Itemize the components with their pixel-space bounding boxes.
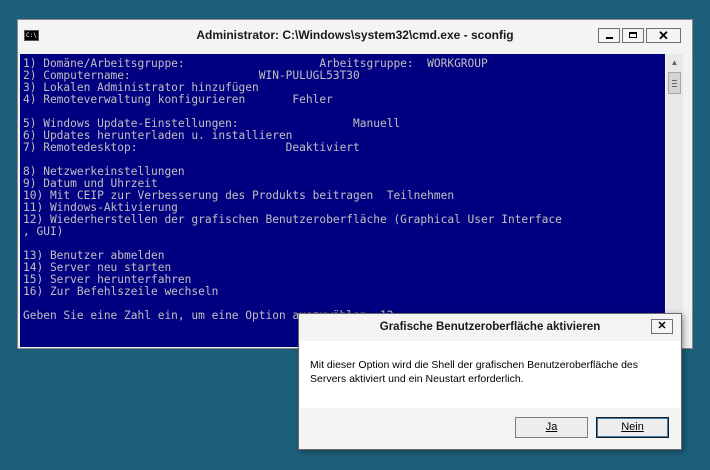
minimize-icon [606, 37, 613, 39]
minimize-button[interactable] [598, 28, 620, 43]
maximize-icon [629, 32, 637, 38]
scrollbar-thumb[interactable] [668, 72, 681, 94]
console-text: 1) Domäne/Arbeitsgruppe: Arbeitsgruppe: … [23, 57, 562, 322]
close-button[interactable]: ✕ [646, 28, 681, 43]
dialog-message: Mit dieser Option wird die Shell der gra… [310, 359, 639, 385]
grip-line [672, 83, 677, 84]
scroll-up-arrow-icon[interactable]: ▲ [666, 54, 683, 71]
gui-activation-dialog[interactable]: Grafische Benutzeroberfläche aktivieren … [298, 313, 682, 450]
close-icon: ✕ [658, 28, 669, 43]
yes-button-label: Ja [545, 421, 558, 433]
close-icon: ✕ [657, 320, 667, 332]
console-output[interactable]: 1) Domäne/Arbeitsgruppe: Arbeitsgruppe: … [20, 54, 665, 347]
yes-button[interactable]: Ja [515, 417, 588, 438]
no-button-label: Nein [621, 421, 644, 433]
dialog-body: Mit dieser Option wird die Shell der gra… [300, 341, 680, 408]
console-scrollbar[interactable]: ▲ [666, 54, 683, 347]
cmd-titlebar[interactable]: C:\ Administrator: C:\Windows\system32\c… [18, 20, 692, 50]
grip-line [672, 80, 677, 81]
maximize-button[interactable] [622, 28, 644, 43]
cmd-window[interactable]: C:\ Administrator: C:\Windows\system32\c… [17, 19, 693, 349]
dialog-close-button[interactable]: ✕ [651, 319, 673, 334]
cmd-window-title: Administrator: C:\Windows\system32\cmd.e… [196, 28, 514, 42]
dialog-titlebar[interactable]: Grafische Benutzeroberfläche aktivieren … [299, 314, 681, 338]
grip-line [672, 86, 677, 87]
no-button[interactable]: Nein [596, 417, 669, 438]
dialog-title: Grafische Benutzeroberfläche aktivieren [379, 321, 601, 333]
